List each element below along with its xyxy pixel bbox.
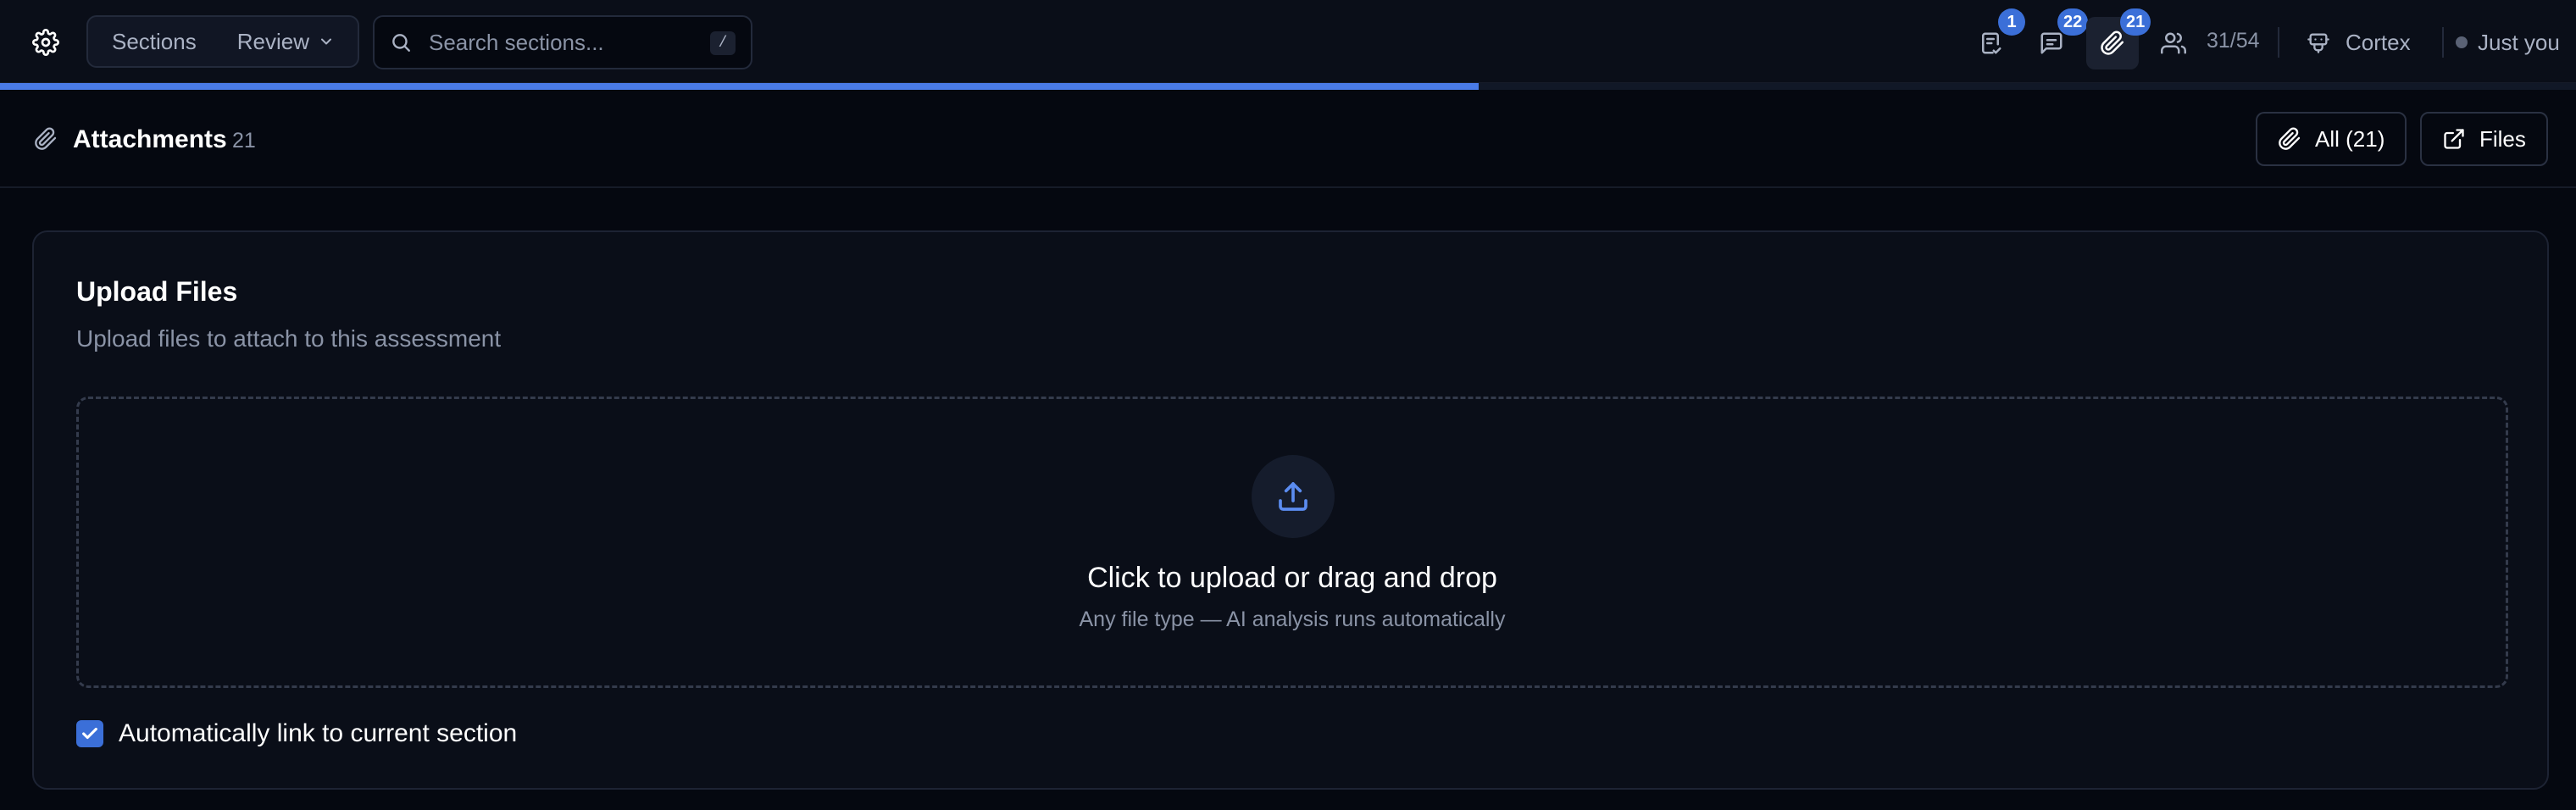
auto-link-label: Automatically link to current section [119,719,518,747]
assistant-button[interactable]: Cortex [2307,24,2411,61]
gear-icon [32,29,59,56]
divider [2278,27,2279,58]
presence-label: Just you [2478,29,2560,55]
dropzone-subtitle: Any file type — AI analysis runs automat… [1079,608,1506,631]
search-box: / [373,15,752,69]
review-label: Review [236,28,309,54]
upload-icon-circle [1252,455,1335,538]
assistant-label: Cortex [2346,29,2411,55]
auto-link-checkbox[interactable] [76,720,103,747]
page-title: Attachments [73,125,227,153]
users-icon [2161,32,2186,54]
view-switcher: Sections Review [86,15,359,68]
sections-button[interactable]: Sections [88,17,217,66]
search-shortcut-hint: / [710,31,736,55]
review-dropdown[interactable]: Review [217,17,358,66]
search-icon [392,34,410,52]
tasks-badge: 1 [1998,8,2025,36]
robot-icon [2307,33,2329,53]
upload-card: Upload Files Upload files to attach to t… [32,230,2549,790]
top-bar: Sections Review / 1 22 21 31/54 Cortex J… [0,0,2576,83]
upload-subtitle: Upload files to attach to this assessmen… [76,325,502,352]
attachments-header: Attachments 21 All (21) Files [0,90,2576,188]
task-check-icon [1982,32,2001,54]
paperclip-icon [2101,31,2124,55]
progress-count: 31/54 [2207,29,2260,53]
collaborators-button[interactable] [2147,17,2200,69]
progress-bar-fill [0,83,1479,90]
auto-link-option: Automatically link to current section [76,718,517,749]
files-button[interactable]: Files [2420,112,2548,166]
all-attachments-button[interactable]: All (21) [2256,112,2407,166]
files-label: Files [2479,125,2526,152]
settings-button[interactable] [25,22,66,63]
all-attachments-label: All (21) [2315,125,2385,152]
divider [2442,27,2444,58]
dropzone-title: Click to upload or drag and drop [1087,562,1497,594]
comments-button[interactable]: 22 [2025,8,2089,69]
external-link-icon [2444,129,2464,149]
paperclip-icon [34,127,58,151]
progress-bar [0,83,2576,90]
attachments-badge: 21 [2120,8,2151,36]
check-icon [82,727,97,740]
search-input[interactable] [429,29,700,56]
sections-label: Sections [112,28,197,54]
presence-indicator: Just you [2456,24,2560,61]
upload-title: Upload Files [76,276,238,307]
comment-icon [2040,32,2062,54]
presence-dot [2456,36,2468,48]
comments-badge: 22 [2057,8,2089,36]
paperclip-icon [2279,127,2301,150]
tasks-button[interactable]: 1 [1964,8,2025,69]
attachments-button[interactable]: 21 [2086,8,2151,69]
attachments-count: 21 [232,129,256,153]
chevron-down-icon [320,38,331,45]
upload-icon [1279,482,1307,511]
file-dropzone[interactable]: Click to upload or drag and drop Any fil… [76,397,2508,688]
